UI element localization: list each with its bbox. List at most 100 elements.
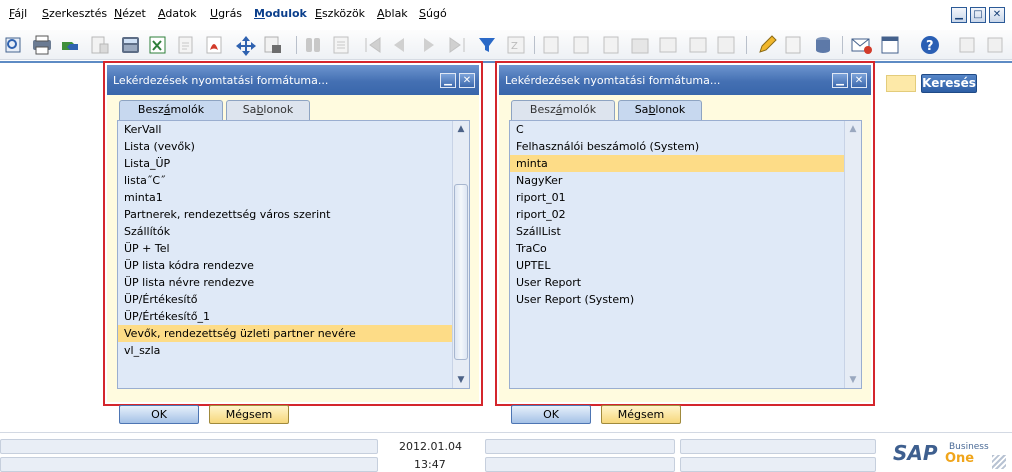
- sort-icon[interactable]: Z: [507, 36, 525, 54]
- export-icon[interactable]: [62, 42, 78, 50]
- list-item[interactable]: minta1: [118, 189, 452, 206]
- list-item[interactable]: vl_szla: [118, 342, 452, 359]
- minimize-icon[interactable]: ▁: [951, 7, 967, 23]
- tab-templates[interactable]: Sablonok: [226, 100, 310, 120]
- tab-reports[interactable]: Beszámolók: [119, 100, 223, 120]
- filter-icon[interactable]: [479, 38, 495, 52]
- list-item[interactable]: Felhasználói beszámoló (System): [510, 138, 844, 155]
- list-item[interactable]: UPTEL: [510, 257, 844, 274]
- list-item[interactable]: User Report (System): [510, 291, 844, 308]
- list-item[interactable]: lista˝C˝: [118, 172, 452, 189]
- help-icon[interactable]: ?: [921, 36, 939, 54]
- list-item[interactable]: riport_01: [510, 189, 844, 206]
- pdf-icon[interactable]: [206, 36, 222, 54]
- status-cell: [680, 457, 876, 472]
- search-button[interactable]: Keresés: [921, 74, 977, 93]
- settings-icon[interactable]: [785, 36, 801, 54]
- menu-help[interactable]: Súgó: [419, 7, 447, 20]
- calendar-icon[interactable]: [881, 36, 899, 54]
- list-item[interactable]: Lista_ÜP: [118, 155, 452, 172]
- resize-grip-icon[interactable]: [992, 455, 1006, 469]
- list-item[interactable]: Vevők, rendezettség üzleti partner nevér…: [118, 325, 452, 342]
- ext1-icon[interactable]: [959, 37, 975, 53]
- list-icon[interactable]: [333, 36, 349, 54]
- menu-view[interactable]: Nézet: [114, 7, 146, 20]
- list-item[interactable]: TraCo: [510, 240, 844, 257]
- list-item[interactable]: ÜP lista kódra rendezve: [118, 257, 452, 274]
- tab-reports[interactable]: Beszámolók: [511, 100, 615, 120]
- list-item[interactable]: riport_02: [510, 206, 844, 223]
- database-icon[interactable]: [816, 37, 830, 53]
- file-icon[interactable]: [178, 36, 193, 54]
- book-icon[interactable]: [659, 37, 677, 53]
- find-icon[interactable]: [717, 36, 735, 54]
- menu-file[interactable]: Fájl: [9, 7, 27, 20]
- close-icon[interactable]: ✕: [459, 73, 475, 88]
- list-item[interactable]: ÜP + Tel: [118, 240, 452, 257]
- list-item[interactable]: Szállítók: [118, 223, 452, 240]
- minimize-icon[interactable]: ▁: [440, 73, 456, 88]
- restore-icon[interactable]: □: [970, 7, 986, 23]
- list-item[interactable]: ÜP lista névre rendezve: [118, 274, 452, 291]
- list-item[interactable]: User Report: [510, 274, 844, 291]
- list-item[interactable]: C: [510, 121, 844, 138]
- cancel-button[interactable]: Mégsem: [209, 405, 289, 424]
- list-item[interactable]: SzállList: [510, 223, 844, 240]
- target-doc-icon[interactable]: [573, 36, 589, 54]
- edit-icon[interactable]: [759, 35, 777, 53]
- move-icon[interactable]: [236, 36, 256, 56]
- base-doc-icon[interactable]: [543, 36, 559, 54]
- menu-modules[interactable]: Modulok: [254, 7, 307, 20]
- lock-icon[interactable]: [264, 36, 281, 53]
- menu-tools[interactable]: Eszközök: [315, 7, 365, 20]
- doc-icon[interactable]: [91, 36, 109, 54]
- list-item[interactable]: minta: [510, 155, 844, 172]
- list-item[interactable]: ÜP/Értékesítő: [118, 291, 452, 308]
- toolbar: Z ?: [0, 30, 1012, 60]
- scroll-up-icon[interactable]: ▲: [453, 121, 469, 137]
- binoculars-icon[interactable]: [306, 38, 320, 52]
- ok-button[interactable]: OK: [119, 405, 199, 424]
- dialog-title-bar[interactable]: Lekérdezések nyomtatási formátuma... ▁ ✕: [499, 65, 871, 95]
- list-item[interactable]: ÜP/Értékesítő_1: [118, 308, 452, 325]
- scroll-thumb[interactable]: [454, 184, 468, 361]
- scroll-down-icon[interactable]: ▼: [845, 372, 861, 388]
- stack-icon[interactable]: [631, 38, 649, 54]
- excel-icon[interactable]: [149, 36, 166, 54]
- journal-icon[interactable]: [689, 37, 707, 53]
- tab-templates[interactable]: Sablonok: [618, 100, 702, 120]
- status-cell: [680, 439, 876, 454]
- last-icon[interactable]: [449, 37, 465, 53]
- list-item[interactable]: Lista (vevők): [118, 138, 452, 155]
- list-item[interactable]: KerVall: [118, 121, 452, 138]
- first-icon[interactable]: [365, 37, 381, 53]
- report-icon[interactable]: [603, 36, 619, 54]
- ext2-icon[interactable]: [987, 37, 1003, 53]
- cancel-button[interactable]: Mégsem: [601, 405, 681, 424]
- list-item[interactable]: NagyKer: [510, 172, 844, 189]
- close-icon[interactable]: ✕: [989, 7, 1005, 23]
- toolbar-icons: Z ?: [5, 35, 1003, 56]
- preview-icon[interactable]: [5, 37, 21, 53]
- scrollbar[interactable]: ▲ ▼: [844, 121, 861, 388]
- prev-icon[interactable]: [394, 38, 404, 52]
- scroll-down-icon[interactable]: ▼: [453, 372, 469, 388]
- ok-button[interactable]: OK: [511, 405, 591, 424]
- search-input[interactable]: [886, 75, 916, 92]
- calc-icon[interactable]: [122, 37, 139, 53]
- scrollbar[interactable]: ▲ ▼: [452, 121, 469, 388]
- scroll-up-icon[interactable]: ▲: [845, 121, 861, 137]
- list-item[interactable]: Partnerek, rendezettség város szerint: [118, 206, 452, 223]
- menu-data[interactable]: Adatok: [158, 7, 196, 20]
- close-icon[interactable]: ✕: [851, 73, 867, 88]
- menu-goto[interactable]: Ugrás: [210, 7, 242, 20]
- dialog-title-bar[interactable]: Lekérdezések nyomtatási formátuma... ▁ ✕: [107, 65, 479, 95]
- svg-text:Z: Z: [511, 41, 518, 52]
- print-icon[interactable]: [33, 35, 51, 55]
- menu-window[interactable]: Ablak: [377, 7, 408, 20]
- menu-edit[interactable]: Szerkesztés: [42, 7, 107, 20]
- report-list: KerVall Lista (vevők) Lista_ÜP lista˝C˝ …: [118, 121, 452, 388]
- mail-icon[interactable]: [851, 38, 872, 54]
- next-icon[interactable]: [424, 38, 434, 52]
- minimize-icon[interactable]: ▁: [832, 73, 848, 88]
